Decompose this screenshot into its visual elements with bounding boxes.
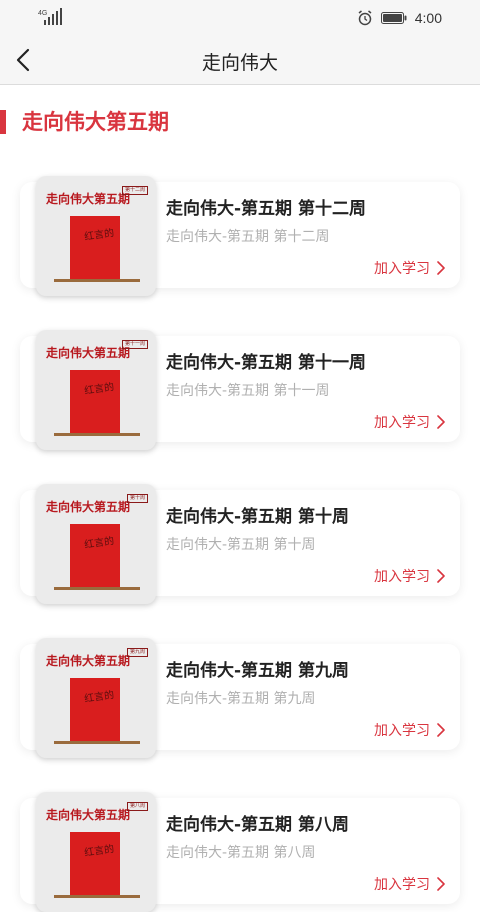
course-subtitle: 走向伟大-第五期 第十二周 <box>166 229 330 245</box>
section-header: 走向伟大第五期 <box>0 108 480 136</box>
join-study-button[interactable]: 加入学习 <box>374 258 446 278</box>
course-subtitle: 走向伟大-第五期 第九周 <box>166 691 316 707</box>
chevron-right-icon <box>437 261 445 275</box>
book-image: 红言的 <box>70 524 120 587</box>
nav-bar: 走向伟大 <box>0 36 480 85</box>
join-study-label: 加入学习 <box>374 261 430 277</box>
course-title: 走向伟大-第五期 第十周 <box>166 507 349 527</box>
chevron-right-icon <box>437 569 445 583</box>
course-thumbnail: 走向伟大第五期 第八周 红言的 <box>36 792 156 912</box>
book-image: 红言的 <box>70 216 120 279</box>
book-cover-text: 红言的 <box>83 843 115 860</box>
cover-title: 走向伟大第五期 <box>46 808 131 822</box>
course-subtitle: 走向伟大-第五期 第十一周 <box>166 383 330 399</box>
cover-week-tag: 第十周 <box>126 494 148 503</box>
join-study-label: 加入学习 <box>374 877 430 893</box>
course-thumbnail: 走向伟大第五期 第十一周 红言的 <box>36 330 156 450</box>
course-subtitle: 走向伟大-第五期 第八周 <box>166 845 316 861</box>
status-time: 4:00 <box>414 10 442 26</box>
shelf-line <box>54 279 140 282</box>
page-title: 走向伟大 <box>201 52 278 74</box>
course-card[interactable]: 走向伟大第五期 第十周 红言的 走向伟大-第五期 第十周 走向伟大-第五期 第十… <box>20 484 460 604</box>
course-thumbnail: 走向伟大第五期 第十二周 红言的 <box>36 176 156 296</box>
status-bar: 4G 4:00 <box>0 0 480 36</box>
join-study-button[interactable]: 加入学习 <box>374 874 446 894</box>
book-cover-text: 红言的 <box>83 689 115 706</box>
cover-title: 走向伟大第五期 <box>46 500 131 514</box>
course-card[interactable]: 走向伟大第五期 第十二周 红言的 走向伟大-第五期 第十二周 走向伟大-第五期 … <box>20 176 460 296</box>
course-card[interactable]: 走向伟大第五期 第九周 红言的 走向伟大-第五期 第九周 走向伟大-第五期 第九… <box>20 638 460 758</box>
join-study-label: 加入学习 <box>374 415 430 431</box>
course-subtitle: 走向伟大-第五期 第十周 <box>166 537 316 553</box>
status-right: 4:00 <box>357 8 442 28</box>
join-study-button[interactable]: 加入学习 <box>374 566 446 586</box>
chevron-right-icon <box>437 877 445 891</box>
course-title: 走向伟大-第五期 第八周 <box>166 815 349 835</box>
battery-icon <box>380 12 407 24</box>
shelf-line <box>54 433 140 436</box>
alarm-icon <box>358 10 372 26</box>
join-study-label: 加入学习 <box>374 723 430 739</box>
shelf-line <box>54 895 140 898</box>
cover-title: 走向伟大第五期 <box>46 654 131 668</box>
signal-icon <box>44 8 62 25</box>
course-title: 走向伟大-第五期 第十一周 <box>166 353 366 373</box>
chevron-right-icon <box>437 415 445 429</box>
join-study-label: 加入学习 <box>374 569 430 585</box>
cover-title: 走向伟大第五期 <box>46 192 131 206</box>
cover-week-tag: 第八周 <box>126 802 148 811</box>
course-thumbnail: 走向伟大第五期 第十周 红言的 <box>36 484 156 604</box>
shelf-line <box>54 741 140 744</box>
book-cover-text: 红言的 <box>83 227 115 244</box>
cover-week-tag: 第十二周 <box>121 186 148 195</box>
course-title: 走向伟大-第五期 第十二周 <box>166 199 366 219</box>
course-title: 走向伟大-第五期 第九周 <box>166 661 349 681</box>
join-study-button[interactable]: 加入学习 <box>374 412 446 432</box>
book-image: 红言的 <box>70 832 120 895</box>
book-cover-text: 红言的 <box>83 535 115 552</box>
cover-week-tag: 第九周 <box>126 648 148 657</box>
course-thumbnail: 走向伟大第五期 第九周 红言的 <box>36 638 156 758</box>
shelf-line <box>54 587 140 590</box>
join-study-button[interactable]: 加入学习 <box>374 720 446 740</box>
section-title: 走向伟大第五期 <box>22 110 169 134</box>
book-image: 红言的 <box>70 678 120 741</box>
chevron-right-icon <box>437 723 445 737</box>
course-card[interactable]: 走向伟大第五期 第十一周 红言的 走向伟大-第五期 第十一周 走向伟大-第五期 … <box>20 330 460 450</box>
section-accent-bar <box>0 110 6 134</box>
book-cover-text: 红言的 <box>83 381 115 398</box>
cover-week-tag: 第十一周 <box>121 340 148 349</box>
book-image: 红言的 <box>70 370 120 433</box>
course-card[interactable]: 走向伟大第五期 第八周 红言的 走向伟大-第五期 第八周 走向伟大-第五期 第八… <box>20 792 460 912</box>
cover-title: 走向伟大第五期 <box>46 346 131 360</box>
